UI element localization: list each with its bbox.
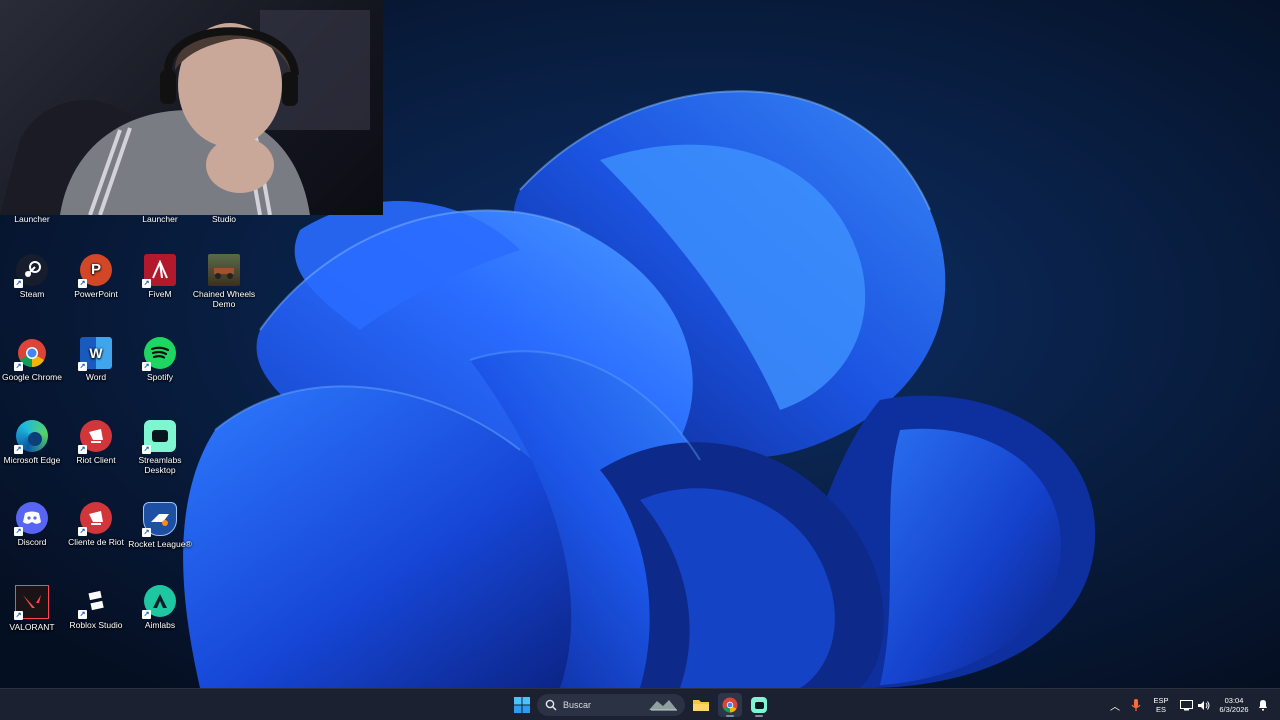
shortcut-arrow-icon: ↗: [78, 527, 87, 536]
shortcut-arrow-icon: ↗: [142, 445, 151, 454]
rocket-league-icon: ↗: [142, 502, 177, 537]
steam-icon: ↗: [14, 254, 48, 288]
launcher-label-1[interactable]: Launcher: [0, 214, 64, 224]
discord-icon: ↗: [14, 502, 48, 536]
riot-icon: ↗: [78, 502, 112, 536]
shortcut-arrow-icon: ↗: [142, 528, 151, 537]
icon-label: Word: [85, 372, 107, 382]
shortcut-arrow-icon: ↗: [78, 445, 87, 454]
icon-label: Rocket League®: [128, 539, 192, 549]
icon-label: Discord: [17, 537, 47, 547]
shortcut-arrow-icon: ↗: [142, 279, 151, 288]
icon-label: VALORANT: [9, 622, 55, 632]
shortcut-arrow-icon: ↗: [14, 362, 23, 371]
powerpoint-icon: P ↗: [78, 254, 112, 288]
running-indicator: [726, 715, 734, 717]
shortcut-arrow-icon: ↗: [14, 611, 23, 620]
icon-label: Steam: [19, 289, 45, 299]
edge-icon: ↗: [14, 420, 48, 454]
studio-label[interactable]: Studio: [192, 214, 256, 224]
notifications-bell-icon[interactable]: [1256, 693, 1270, 717]
running-indicator: [755, 715, 763, 717]
search-placeholder: Buscar: [563, 700, 592, 710]
volume-icon[interactable]: [1195, 693, 1211, 717]
taskbar: Buscar ︿ ESP ES 03:04 6/3/2026: [0, 688, 1280, 720]
desktop-icon-chained-wheels[interactable]: Chained Wheels Demo: [192, 254, 256, 309]
desktop-icon-aimlabs[interactable]: ↗ Aimlabs: [128, 585, 192, 630]
clock[interactable]: 03:04 6/3/2026: [1214, 696, 1254, 714]
desktop-icon-powerpoint[interactable]: P ↗ PowerPoint: [64, 254, 128, 299]
icon-label: Aimlabs: [144, 620, 176, 630]
tray-overflow-chevron-icon[interactable]: ︿: [1107, 693, 1123, 717]
icon-label: Roblox Studio: [69, 620, 123, 630]
icon-label: Streamlabs Desktop: [138, 455, 182, 475]
taskbar-streamlabs[interactable]: [747, 693, 771, 717]
desktop-icon-edge[interactable]: ↗ Microsoft Edge: [0, 420, 64, 465]
icon-label: Microsoft Edge: [3, 455, 61, 465]
shortcut-arrow-icon: ↗: [14, 527, 23, 536]
desktop-icon-valorant[interactable]: ↗ VALORANT: [0, 585, 64, 632]
fivem-icon: ↗: [142, 254, 176, 288]
search-icon: [545, 699, 557, 711]
desktop-icon-roblox-studio[interactable]: ↗ Roblox Studio: [64, 585, 128, 630]
network-icon[interactable]: [1178, 693, 1194, 717]
desktop-icon-spotify[interactable]: ↗ Spotify: [128, 337, 192, 382]
shortcut-arrow-icon: ↗: [14, 445, 23, 454]
search-highlight-icon: [649, 700, 677, 711]
webcam-person-image: [0, 10, 370, 215]
shortcut-arrow-icon: ↗: [142, 610, 151, 619]
taskbar-chrome[interactable]: [718, 693, 742, 717]
aimlabs-icon: ↗: [142, 585, 176, 619]
roblox-studio-icon: ↗: [78, 585, 112, 619]
desktop-icon-word[interactable]: W ↗ Word: [64, 337, 128, 382]
desktop-icon-riot-client[interactable]: ↗ Riot Client: [64, 420, 128, 465]
language-indicator[interactable]: ESP ES: [1150, 696, 1172, 714]
shortcut-arrow-icon: ↗: [78, 610, 87, 619]
desktop-icon-streamlabs[interactable]: ↗ Streamlabs Desktop: [128, 420, 192, 475]
riot-icon: ↗: [78, 420, 112, 454]
desktop-icon-steam[interactable]: ↗ Steam: [0, 254, 64, 299]
icon-label: FiveM: [148, 289, 172, 299]
valorant-icon: ↗: [14, 585, 49, 620]
game-thumbnail-icon: [208, 254, 240, 286]
desktop-icon-cliente-de-riot[interactable]: ↗ Cliente de Riot: [64, 502, 128, 547]
desktop-icon-chrome[interactable]: ↗ Google Chrome: [0, 337, 64, 382]
icon-label: Spotify: [147, 372, 173, 382]
taskbar-file-explorer[interactable]: [689, 693, 713, 717]
streamlabs-icon: ↗: [142, 420, 176, 454]
icon-label: Cliente de Riot: [68, 537, 124, 547]
spotify-icon: ↗: [142, 337, 176, 371]
icon-label: Riot Client: [76, 455, 116, 465]
shortcut-arrow-icon: ↗: [14, 279, 23, 288]
desktop-icon-fivem[interactable]: ↗ FiveM: [128, 254, 192, 299]
chrome-icon: [722, 697, 738, 713]
taskbar-search[interactable]: Buscar: [537, 694, 685, 716]
launcher-label-2[interactable]: Launcher: [128, 214, 192, 224]
webcam-overlay: [0, 0, 383, 215]
desktop-icon-discord[interactable]: ↗ Discord: [0, 502, 64, 547]
shortcut-arrow-icon: ↗: [78, 279, 87, 288]
streamlabs-icon: [751, 697, 767, 713]
clock-time: 03:04: [1224, 696, 1244, 705]
file-explorer-icon: [693, 700, 709, 711]
windows-start-icon: [514, 697, 530, 713]
language-code: ESP: [1153, 696, 1169, 705]
start-button[interactable]: [509, 693, 535, 717]
desktop-icon-rocket-league[interactable]: ↗ Rocket League®: [128, 502, 192, 549]
keyboard-layout: ES: [1155, 705, 1166, 714]
chrome-icon: ↗: [14, 337, 48, 371]
icon-label: Google Chrome: [1, 372, 62, 382]
clock-date: 6/3/2026: [1219, 705, 1249, 714]
microphone-icon[interactable]: [1128, 693, 1144, 717]
icon-label: Chained Wheels Demo: [192, 289, 256, 309]
shortcut-arrow-icon: ↗: [78, 362, 87, 371]
desktop: Launcher Launcher Studio ↗ Steam P ↗ Pow…: [0, 0, 1280, 688]
shortcut-arrow-icon: ↗: [142, 362, 151, 371]
word-icon: W ↗: [78, 337, 112, 371]
icon-label: PowerPoint: [74, 289, 118, 299]
